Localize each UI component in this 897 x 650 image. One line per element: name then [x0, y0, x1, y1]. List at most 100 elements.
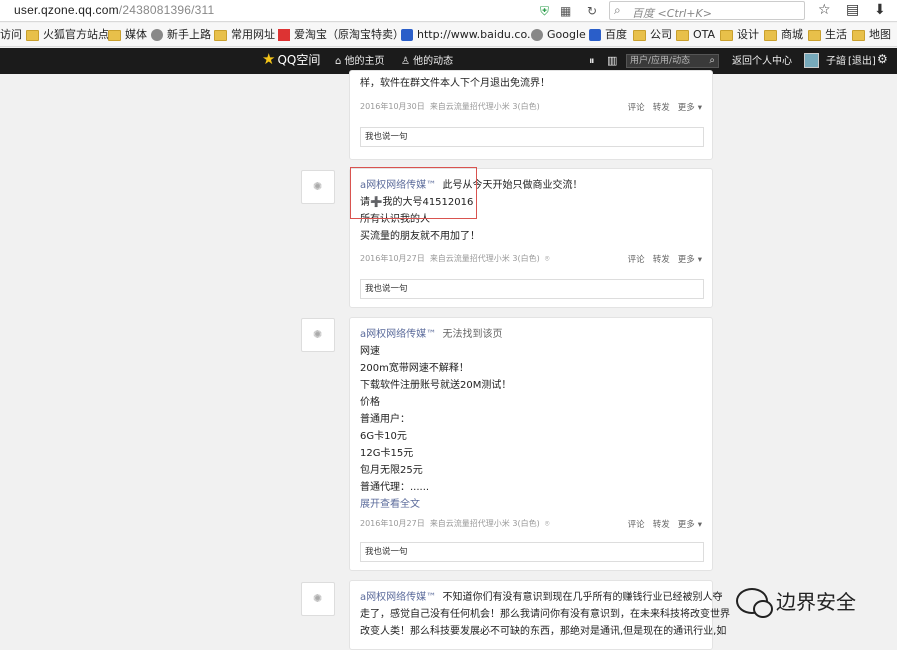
comment-link[interactable]: 评论	[628, 103, 645, 113]
logout-link[interactable]: [退出]	[848, 55, 876, 68]
qzone-search-input[interactable]: 用户/应用/动态 ⌕	[626, 54, 719, 68]
download-icon[interactable]: ⬇	[874, 2, 886, 18]
url-bar[interactable]: user.qzone.qq.com/2438081396/311 ⛨ ▦ ↻ ⌕…	[0, 0, 897, 22]
reading-list-icon[interactable]: ▤	[846, 2, 859, 18]
post-actions: 评论 转发 更多 ▾	[620, 253, 702, 265]
post-text: 样，软件在群文件本人下个月退出免流界！	[360, 78, 550, 89]
post-text: 改变人类！那么科技要发展必不可缺的东西，那绝对是通讯,但是现在的通讯行业,如	[360, 626, 727, 637]
forward-link[interactable]: 转发	[653, 255, 670, 265]
comment-link[interactable]: 评论	[628, 255, 645, 265]
post-meta: 2016年10月30日 来自云流量招代理小米 3(白色)	[360, 102, 540, 111]
username[interactable]: 子諳	[826, 55, 846, 68]
bookmark-item[interactable]: 媒体	[108, 28, 147, 42]
bookmark-item[interactable]: 新手上路	[151, 28, 211, 42]
post-text: 6G卡10元	[360, 431, 407, 442]
qzone-logo[interactable]: ★ QQ空间	[262, 50, 320, 68]
globe-icon	[151, 29, 163, 41]
bookmark-item[interactable]: OTA	[676, 28, 715, 42]
folder-icon	[808, 29, 821, 41]
more-link[interactable]: 更多	[678, 255, 695, 265]
bookmark-item[interactable]: 设计	[720, 28, 759, 42]
user-avatar[interactable]	[804, 53, 819, 68]
feed: 样，软件在群文件本人下个月退出免流界！ 2016年10月30日 来自云流量招代理…	[0, 70, 897, 650]
bookmark-item[interactable]: 百度	[589, 28, 627, 42]
search-box[interactable]: ⌕ 百度 <Ctrl+K>	[609, 1, 805, 20]
taobao-icon	[278, 29, 290, 41]
bookmark-item[interactable]: 公司	[633, 28, 672, 42]
reply-input[interactable]: 我也说一句	[360, 127, 704, 147]
more-link[interactable]: 更多	[678, 103, 695, 113]
url-text[interactable]: user.qzone.qq.com/2438081396/311	[14, 3, 214, 17]
qr-icon[interactable]: ▦	[560, 3, 571, 19]
post-text: 网速	[360, 346, 380, 357]
bookmark-item[interactable]: http://www.baidu.co...	[401, 28, 537, 42]
location-icon[interactable]: ⌾	[545, 519, 550, 528]
star-icon: ★	[262, 50, 276, 68]
post-text: 200m宽带网速不解释！	[360, 363, 469, 374]
bookmarks-bar: 访问 火狐官方站点 媒体 新手上路 常用网址 爱淘宝（原淘宝特卖） http:/…	[0, 23, 897, 47]
bookmark-item[interactable]: 火狐官方站点	[26, 28, 109, 42]
post-text: 下载软件注册账号就送20M测试！	[360, 380, 512, 391]
post-text: a网权网络传媒™ 不知道你们有没有意识到现在几乎所有的赚钱行业已经被别人夺	[360, 592, 723, 603]
forward-link[interactable]: 转发	[653, 103, 670, 113]
folder-icon	[633, 29, 646, 41]
post-text: 普通用户：	[360, 414, 410, 425]
forward-link[interactable]: 转发	[653, 520, 670, 530]
loading-icon: ✺	[313, 180, 323, 193]
post-actions: 评论 转发 更多 ▾	[620, 518, 702, 530]
loading-icon: ✺	[313, 328, 323, 341]
post-avatar[interactable]: ✺	[301, 582, 335, 616]
post-avatar[interactable]: ✺	[301, 170, 335, 204]
app-grid-icon[interactable]: ⏸	[589, 54, 595, 67]
bookmark-item[interactable]: 爱淘宝（原淘宝特卖）	[278, 28, 404, 42]
post-text: 买流量的朋友就不用加了！	[360, 231, 480, 242]
bookmark-item[interactable]: 商城	[764, 28, 803, 42]
reply-input[interactable]: 我也说一句	[360, 542, 704, 562]
more-link[interactable]: 更多	[678, 520, 695, 530]
folder-icon	[720, 29, 733, 41]
folder-icon	[852, 29, 865, 41]
post-text: 12G卡15元	[360, 448, 414, 459]
comment-link[interactable]: 评论	[628, 520, 645, 530]
bookmark-item[interactable]: 访问	[0, 28, 22, 42]
chevron-down-icon[interactable]: ▾	[698, 255, 702, 265]
bookmark-star-icon[interactable]: ☆	[818, 2, 831, 18]
highlight-box	[350, 167, 477, 219]
wechat-icon	[736, 587, 773, 618]
search-placeholder: 百度 <Ctrl+K>	[632, 7, 712, 20]
gear-icon[interactable]: ⚙	[877, 53, 888, 66]
watermark: 边界安全	[736, 586, 856, 618]
search-icon: ⌕	[614, 3, 621, 17]
baidu-icon	[401, 29, 413, 41]
post-text: 价格	[360, 397, 380, 408]
folder-icon	[26, 29, 39, 41]
post-meta: 2016年10月27日 来自云流量招代理小米 3(白色) ⌾	[360, 254, 550, 263]
folder-icon	[214, 29, 227, 41]
baidu-icon	[589, 29, 601, 41]
post-author[interactable]: a网权网络传媒™	[360, 592, 436, 603]
post-card: 样，软件在群文件本人下个月退出免流界！ 2016年10月30日 来自云流量招代理…	[349, 70, 713, 160]
bookmark-item[interactable]: 常用网址	[214, 28, 275, 42]
folder-icon	[108, 29, 121, 41]
bookmark-item[interactable]: 生活	[808, 28, 847, 42]
feeds-link[interactable]: ♙ 他的动态	[401, 55, 453, 68]
person-icon: ♙	[401, 56, 414, 67]
reload-icon[interactable]: ↻	[587, 3, 597, 19]
expand-link[interactable]: 展开查看全文	[360, 496, 420, 513]
globe-icon	[531, 29, 543, 41]
chevron-down-icon[interactable]: ▾	[698, 103, 702, 113]
post-text: a网权网络传媒™ 无法找到该页	[360, 329, 503, 340]
bookmark-item[interactable]: 地图	[852, 28, 891, 42]
search-icon[interactable]: ⌕	[709, 55, 715, 67]
back-center-link[interactable]: 返回个人中心	[732, 55, 792, 68]
post-author[interactable]: a网权网络传媒™	[360, 329, 436, 340]
chevron-down-icon[interactable]: ▾	[698, 520, 702, 530]
bookmark-item[interactable]: Google	[531, 28, 586, 42]
post-text: 走了，感觉自己没有任何机会！那么我请问你有没有意识到，在未来科技将改变世界	[360, 609, 730, 620]
reply-input[interactable]: 我也说一句	[360, 279, 704, 299]
home-link[interactable]: ⌂ 他的主页	[335, 55, 385, 68]
shield-icon[interactable]: ⛨	[540, 3, 549, 19]
location-icon[interactable]: ⌾	[545, 254, 550, 263]
chart-icon[interactable]: ▥	[607, 54, 617, 67]
post-avatar[interactable]: ✺	[301, 318, 335, 352]
